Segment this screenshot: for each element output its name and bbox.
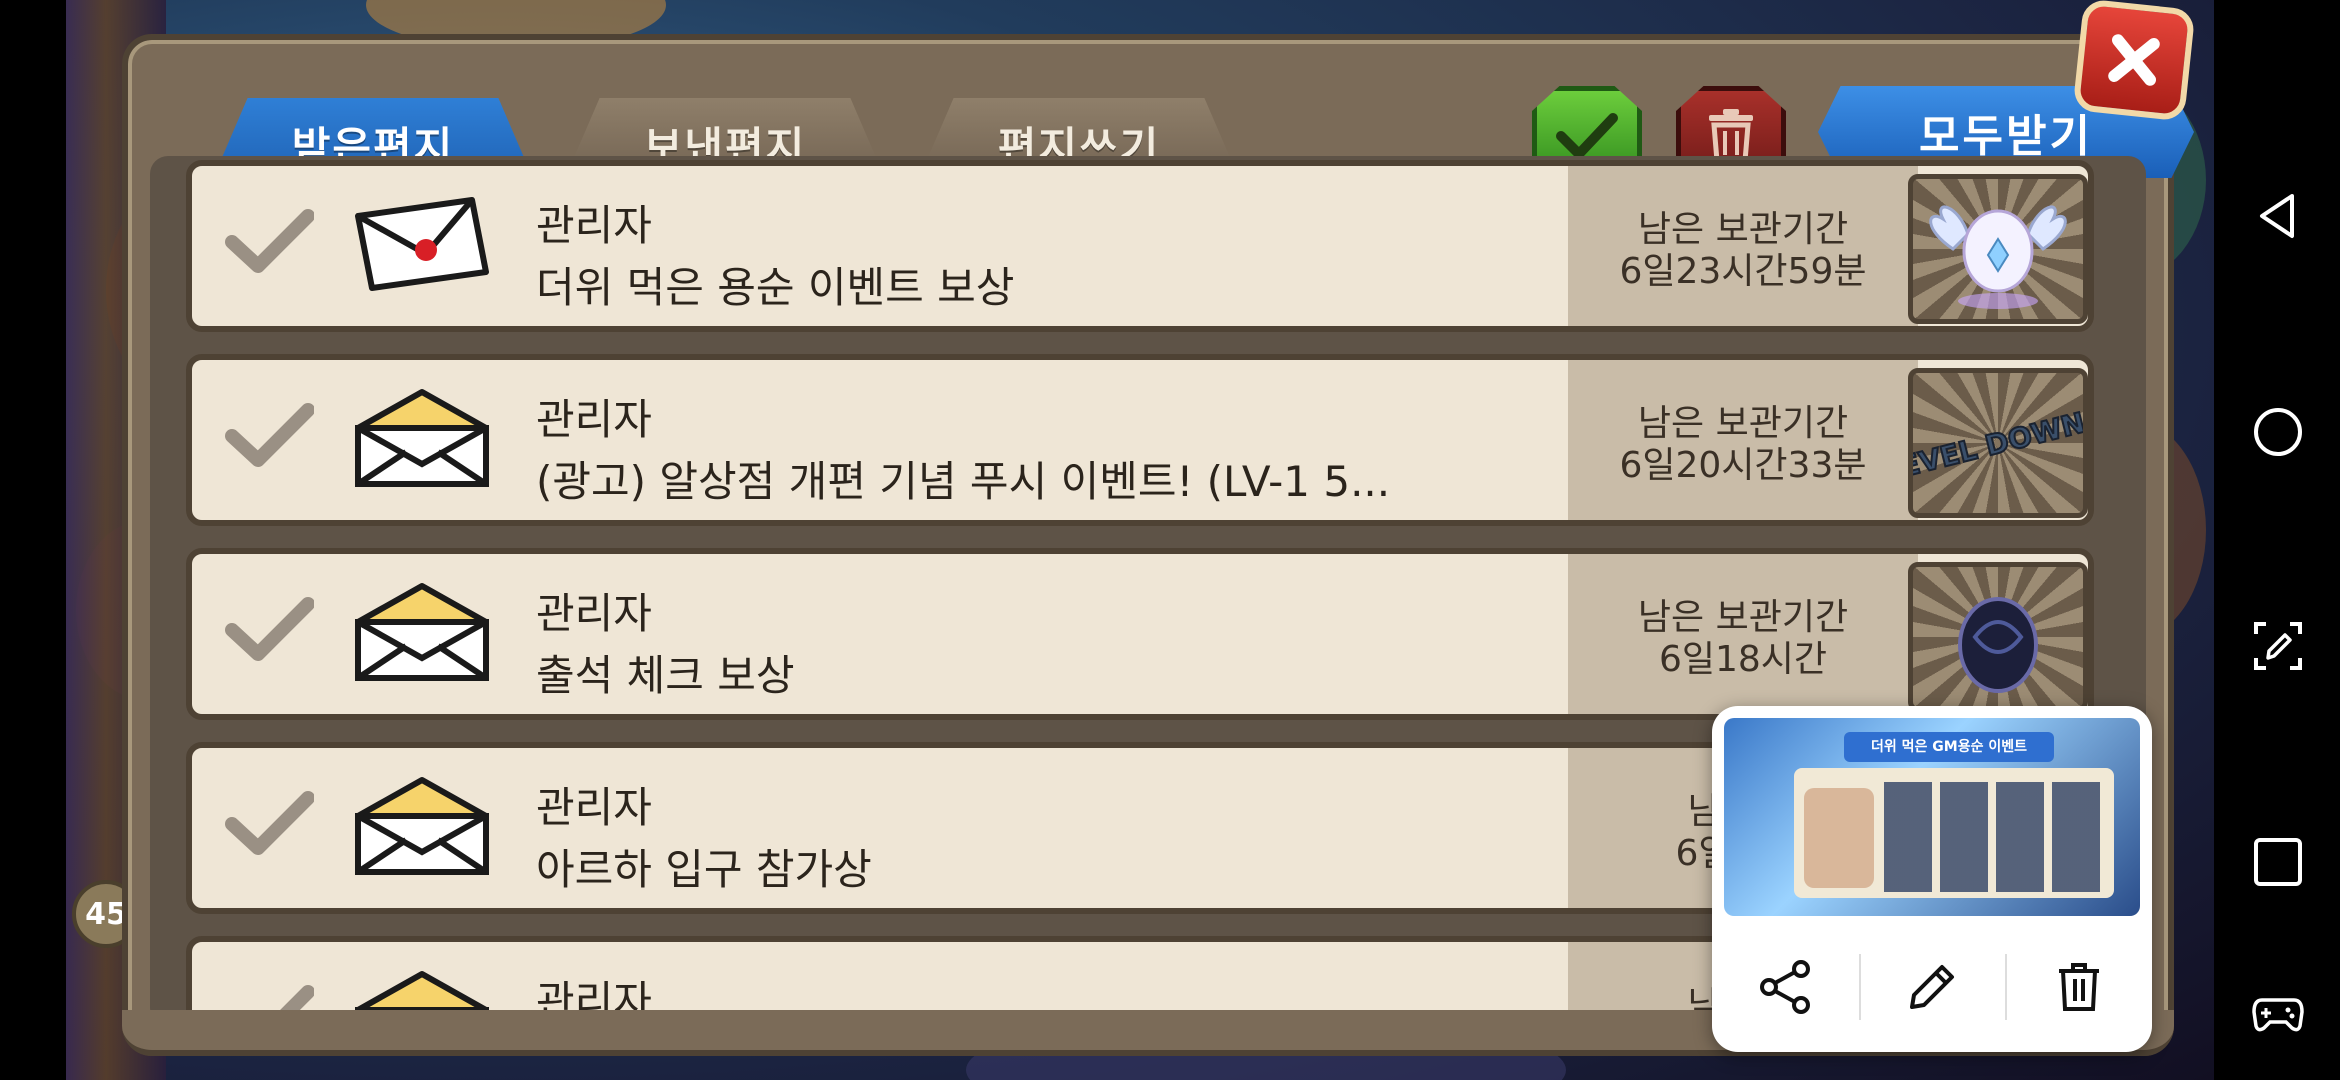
screenshot-preview[interactable]: 더위 먹은 GM용순 이벤트 [1712,706,2152,1052]
screen-write-icon [2254,622,2302,670]
game-tools-button[interactable] [2252,988,2304,1040]
check-icon[interactable] [224,400,314,470]
reward-item-slot[interactable]: LEVEL DOWN 1 [1908,368,2088,518]
home-icon [2254,408,2302,456]
mail-sender: 관리자 [536,201,652,250]
mail-subject: (광고) 알상점 개편 기념 푸시 이벤트! (LV-1 5... [536,457,1391,506]
edit-button[interactable] [1858,932,2006,1042]
android-navigation-bar [2214,0,2340,1080]
close-button[interactable] [2072,0,2196,122]
receive-all-label: 모두받기 [1919,111,2093,162]
mail-subject: 더위 먹은 용순 이벤트 보상 [536,263,1015,312]
retention-period: 남은 보관기간 6일23시간59분 [1568,166,1918,326]
thumbnail-character [1804,788,1874,888]
home-button[interactable] [2252,406,2304,458]
share-icon [1760,960,1811,1014]
envelope-closed-icon [355,197,489,291]
retention-value: 6일18시간 [1658,639,1828,680]
retention-period: 남은 보관기간 6일18시간 [1568,554,1918,714]
checkmark-icon [1556,113,1618,159]
check-icon[interactable] [224,594,314,664]
mail-sender: 관리자 [536,783,652,832]
retention-value: 6일20시간33분 [1619,445,1867,486]
dark-egg-icon [1958,597,2038,693]
envelope-open-icon [355,777,489,875]
close-icon [2108,34,2160,86]
gamepad-icon [2252,998,2304,1032]
delete-screenshot-button[interactable] [2005,932,2152,1042]
edit-icon [1910,965,1954,1009]
mail-sender: 관리자 [536,589,652,638]
check-icon[interactable] [224,788,314,858]
screenshot-actions [1712,932,2152,1042]
back-button[interactable] [2252,190,2304,242]
share-button[interactable] [1712,932,1859,1042]
screenshot-thumbnail[interactable]: 더위 먹은 GM용순 이벤트 [1724,718,2140,916]
check-icon[interactable] [224,206,314,276]
mail-sender: 관리자 [536,395,652,444]
recent-apps-button[interactable] [2252,836,2304,888]
winged-egg-icon [1929,205,2067,309]
reward-item-slot[interactable] [1908,174,2088,324]
mail-row[interactable]: 관리자 더위 먹은 용순 이벤트 보상 남은 보관기간 6일23시간59분 [186,160,2094,332]
recent-apps-icon [2254,838,2302,886]
screen-capture-button[interactable] [2252,620,2304,672]
level-down-text: LEVEL DOWN 1 [1913,399,2083,488]
retention-value: 6일23시간59분 [1619,251,1867,292]
mail-subject: 아르하 입구 참가상 [536,845,872,894]
thumbnail-item-grid [1884,782,2104,892]
back-icon [2260,194,2294,238]
level-down-icon: LEVEL DOWN 1 [1913,398,2083,489]
mail-row[interactable]: 관리자 출석 체크 보상 남은 보관기간 6일18시간 [186,548,2094,720]
reward-item-slot[interactable] [1908,562,2088,712]
mail-row[interactable]: 관리자 (광고) 알상점 개편 기념 푸시 이벤트! (LV-1 5... 남은… [186,354,2094,526]
mail-subject: 출석 체크 보상 [536,651,795,700]
delete-icon [2058,963,2099,1011]
thumbnail-banner: 더위 먹은 GM용순 이벤트 [1844,732,2054,762]
envelope-open-icon [355,389,489,487]
envelope-open-icon [355,583,489,681]
retention-period: 남은 보관기간 6일20시간33분 [1568,360,1918,520]
